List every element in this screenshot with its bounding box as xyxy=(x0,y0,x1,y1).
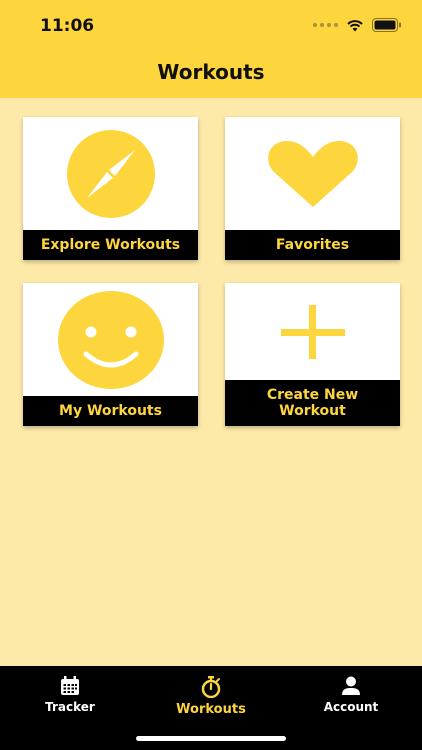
status-time: 11:06 xyxy=(40,16,95,36)
compass-icon xyxy=(66,129,155,218)
status-indicators xyxy=(313,18,402,32)
header-bar: 11:06 Workouts xyxy=(0,0,422,98)
tab-account-label: Account xyxy=(323,700,379,714)
tab-tracker[interactable]: Tracker xyxy=(0,676,140,714)
favorites-card[interactable]: Favorites xyxy=(225,117,400,260)
smiley-icon xyxy=(57,290,164,389)
home-indicator xyxy=(136,736,286,741)
wifi-icon xyxy=(347,19,363,31)
my-workouts-label: My Workouts xyxy=(23,396,198,426)
person-icon xyxy=(342,676,360,695)
tab-workouts[interactable]: Workouts xyxy=(141,676,281,717)
tab-workouts-label: Workouts xyxy=(176,702,246,717)
tab-account[interactable]: Account xyxy=(281,676,421,714)
my-workouts-card[interactable]: My Workouts xyxy=(23,283,198,426)
heart-icon xyxy=(267,140,358,207)
explore-workouts-card[interactable]: Explore Workouts xyxy=(23,117,198,260)
plus-icon xyxy=(280,304,345,359)
explore-workouts-label: Explore Workouts xyxy=(23,230,198,260)
favorites-label: Favorites xyxy=(225,230,400,260)
cellular-signal-icon xyxy=(313,23,338,27)
page-title: Workouts xyxy=(157,60,265,84)
battery-icon xyxy=(372,18,401,32)
stopwatch-icon xyxy=(201,676,221,698)
create-new-workout-label: Create New Workout xyxy=(225,380,400,426)
tab-tracker-label: Tracker xyxy=(45,700,95,714)
create-new-workout-card[interactable]: Create New Workout xyxy=(225,283,400,426)
calendar-icon xyxy=(61,676,79,695)
